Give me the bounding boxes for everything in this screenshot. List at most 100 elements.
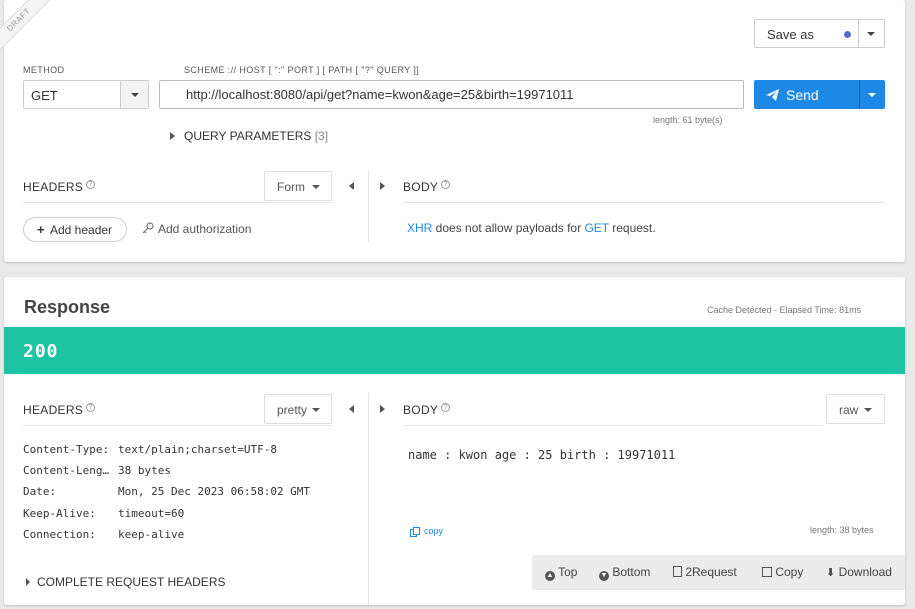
header-row: Keep-Alive: timeout=60 xyxy=(23,507,184,520)
response-headers-mode-dropdown[interactable]: pretty xyxy=(264,394,332,424)
headers-mode-dropdown[interactable]: Form xyxy=(264,171,332,201)
chevron-down-icon xyxy=(864,408,872,412)
scroll-top-button[interactable]: ▲ Top xyxy=(545,565,577,581)
url-format-label: SCHEME :// HOST [ ":" PORT ] [ PATH [ "?… xyxy=(184,65,420,75)
top-label: Top xyxy=(558,565,578,579)
add-header-label: Add header xyxy=(50,223,113,237)
download-button[interactable]: ⬇ Download xyxy=(826,565,892,579)
body-note: XHR does not allow payloads for GET requ… xyxy=(407,221,656,235)
send-button-group: Send xyxy=(754,80,885,109)
arrow-up-icon: ▲ xyxy=(545,571,555,581)
header-row: Content-Leng… 38 bytes xyxy=(23,464,171,477)
expand-right-icon[interactable] xyxy=(380,405,385,413)
help-icon[interactable]: ? xyxy=(441,403,451,412)
panel-divider xyxy=(368,170,369,242)
header-key: Content-Leng… xyxy=(23,464,110,477)
expand-icon xyxy=(26,578,30,586)
status-bar: 200 xyxy=(4,327,905,374)
divider xyxy=(858,20,859,47)
status-code: 200 xyxy=(23,341,59,362)
help-icon[interactable]: ? xyxy=(441,180,451,189)
query-parameters-text: QUERY PARAMETERS xyxy=(184,129,312,143)
query-parameters-toggle[interactable]: QUERY PARAMETERS [3] xyxy=(170,129,340,143)
header-value: Mon, 25 Dec 2023 06:58:02 GMT xyxy=(118,485,311,498)
url-input[interactable] xyxy=(159,80,744,109)
copy-label: copy xyxy=(424,526,444,536)
collapse-left-icon[interactable] xyxy=(349,182,354,190)
copy-toolbar-label: Copy xyxy=(775,565,804,579)
chevron-down-icon xyxy=(312,185,320,189)
header-key: Content-Type: xyxy=(23,443,110,456)
get-link[interactable]: GET xyxy=(584,221,608,235)
header-key: Date: xyxy=(23,485,57,498)
response-panel: Response Cache Detected - Elapsed Time: … xyxy=(4,277,905,605)
header-key: Keep-Alive: xyxy=(23,507,96,520)
add-authorization-link[interactable]: Add authorization xyxy=(142,222,262,238)
request-body-title-text: BODY xyxy=(403,180,439,194)
body-note-text: does not allow payloads for xyxy=(432,221,585,235)
response-body-underline xyxy=(403,425,823,426)
response-body-title-text: BODY xyxy=(403,403,439,417)
scroll-bottom-button[interactable]: ▼ Bottom xyxy=(599,565,650,581)
request-headers-title: HEADERS? xyxy=(23,180,96,194)
query-parameters-count: [3] xyxy=(314,129,329,143)
request-headers-title-text: HEADERS xyxy=(23,180,84,194)
save-as-label: Save as xyxy=(767,27,814,42)
download-label: Download xyxy=(838,565,892,579)
save-as-dropdown[interactable]: Save as xyxy=(754,19,885,48)
response-body-title: BODY? xyxy=(403,403,451,417)
request-panel: DRAFT Save as METHOD GET SCHEME :// HOST… xyxy=(0,0,905,262)
response-headers-title-text: HEADERS xyxy=(23,403,84,417)
headers-mode-label: Form xyxy=(277,180,305,194)
draft-label: DRAFT xyxy=(0,0,57,58)
help-icon[interactable]: ? xyxy=(86,403,96,412)
paper-plane-icon xyxy=(766,89,779,101)
header-row: Connection: keep-alive xyxy=(23,528,184,541)
to-request-button[interactable]: 2Request xyxy=(673,565,737,579)
expand-right-icon[interactable] xyxy=(380,182,385,190)
method-label: METHOD xyxy=(23,65,65,75)
copy-icon xyxy=(410,527,420,537)
send-button[interactable]: Send xyxy=(754,80,860,109)
method-caret[interactable] xyxy=(120,81,148,108)
arrow-down-icon: ▼ xyxy=(599,571,609,581)
body-length: length: 38 bytes xyxy=(810,525,874,535)
send-options-button[interactable] xyxy=(860,80,885,109)
add-header-button[interactable]: + Add header xyxy=(23,217,127,242)
cache-info: Cache Detected - Elapsed Time: 81ms xyxy=(707,305,862,315)
body-mode-label: raw xyxy=(839,403,859,417)
response-headers-title: HEADERS? xyxy=(23,403,96,417)
request-body-title: BODY? xyxy=(403,180,451,194)
body-underline xyxy=(403,202,885,203)
draft-ribbon: DRAFT xyxy=(0,0,60,60)
add-authorization-label: Add authorization xyxy=(158,222,252,236)
header-row: Date: Mon, 25 Dec 2023 06:58:02 GMT xyxy=(23,485,310,498)
bottom-label: Bottom xyxy=(612,565,651,579)
query-parameters-label: QUERY PARAMETERS [3] xyxy=(184,129,328,143)
header-value: text/plain;charset=UTF-8 xyxy=(118,443,277,456)
body-mode-dropdown[interactable]: raw xyxy=(826,394,885,424)
send-label: Send xyxy=(786,87,819,103)
help-icon[interactable]: ? xyxy=(86,180,96,189)
response-headers-mode-label: pretty xyxy=(277,403,308,417)
header-key: Connection: xyxy=(23,528,96,541)
header-value: keep-alive xyxy=(118,528,185,541)
complete-request-headers-label: COMPLETE REQUEST HEADERS xyxy=(37,575,226,589)
header-row: Content-Type: text/plain;charset=UTF-8 xyxy=(23,443,277,456)
copy-button[interactable]: Copy xyxy=(762,565,803,579)
body-note-end: request. xyxy=(608,221,656,235)
chevron-down-icon xyxy=(131,93,139,97)
complete-request-headers-toggle[interactable]: COMPLETE REQUEST HEADERS xyxy=(26,575,246,589)
document-icon xyxy=(673,566,682,577)
method-select[interactable]: GET xyxy=(23,80,149,109)
to-request-label: 2Request xyxy=(685,565,737,579)
collapse-left-icon[interactable] xyxy=(349,405,354,413)
xhr-link[interactable]: XHR xyxy=(407,221,432,235)
panel-divider xyxy=(368,393,369,605)
url-length: length: 61 byte(s) xyxy=(653,115,723,125)
chevron-down-icon xyxy=(868,93,876,97)
response-toolbar: ▲ Top ▼ Bottom 2Request Copy ⬇ Download xyxy=(532,555,905,590)
chevron-down-icon xyxy=(867,32,875,36)
response-title: Response xyxy=(24,297,111,317)
response-headers-underline xyxy=(23,425,333,426)
